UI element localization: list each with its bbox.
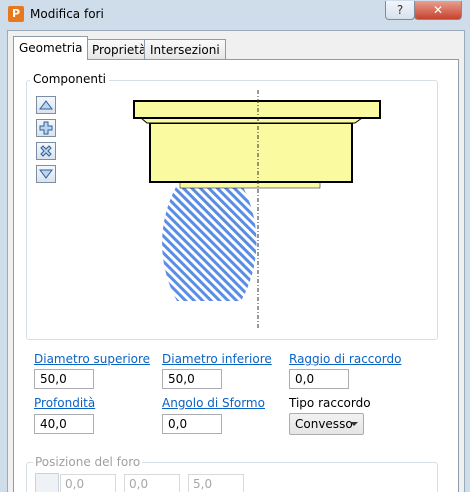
title-bar[interactable]: P Modifica fori ? ✕ [0, 0, 470, 30]
posizione-y-field[interactable]: 0,0 [124, 474, 180, 492]
componenti-label: Componenti [30, 72, 110, 86]
help-button[interactable]: ? [385, 1, 415, 20]
chevron-down-icon [350, 422, 358, 426]
arrow-down-icon [39, 169, 53, 179]
geometria-tab-page: Componenti Diametro superiore 50,0 Diame… [13, 59, 459, 492]
close-button[interactable]: ✕ [414, 1, 462, 20]
tipo-raccordo-label: Tipo raccordo [289, 396, 371, 410]
angolo-di-sformo-field[interactable]: 0,0 [162, 414, 222, 434]
raggio-di-raccordo-link[interactable]: Raggio di raccordo [289, 352, 401, 366]
diametro-superiore-field[interactable]: 50,0 [34, 369, 94, 389]
componenti-group [26, 80, 438, 340]
add-button[interactable] [36, 119, 56, 137]
posizione-z-field[interactable]: 5,0 [188, 474, 244, 492]
posizione-x-field[interactable]: 0,0 [60, 474, 116, 492]
posizione-label: Posizione del foro [33, 455, 143, 469]
diametro-inferiore-link[interactable]: Diametro inferiore [162, 352, 272, 366]
tab-geometria[interactable]: Geometria [13, 36, 89, 60]
app-icon: P [8, 6, 24, 22]
dialog-client: Geometria Proprietà Intersezioni Compone… [7, 30, 465, 492]
raggio-di-raccordo-field[interactable]: 0,0 [289, 369, 349, 389]
window-title: Modifica fori [30, 7, 104, 21]
sphere-component [162, 187, 257, 301]
body-component [149, 122, 353, 183]
top-cap-component [133, 100, 381, 119]
diametro-inferiore-field[interactable]: 50,0 [162, 369, 222, 389]
tab-intersezioni[interactable]: Intersezioni [144, 39, 226, 59]
tab-proprieta[interactable]: Proprietà [86, 39, 153, 59]
dialog-window: P Modifica fori ? ✕ Geometria Proprietà … [0, 0, 470, 492]
position-grid-icon [35, 473, 59, 492]
profondita-field[interactable]: 40,0 [34, 414, 94, 434]
diametro-superiore-link[interactable]: Diametro superiore [34, 352, 150, 366]
hole-preview [133, 90, 381, 329]
angolo-di-sformo-link[interactable]: Angolo di Sformo [162, 396, 265, 410]
move-down-button[interactable] [36, 165, 56, 183]
move-up-button[interactable] [36, 96, 56, 114]
profondita-link[interactable]: Profondità [34, 396, 95, 410]
tipo-raccordo-select[interactable]: Convesso [289, 413, 364, 435]
delete-cross-icon [40, 145, 52, 157]
add-plus-icon [39, 121, 53, 135]
arrow-up-icon [39, 100, 53, 110]
tipo-raccordo-value: Convesso [295, 417, 353, 431]
delete-button[interactable] [36, 142, 56, 160]
